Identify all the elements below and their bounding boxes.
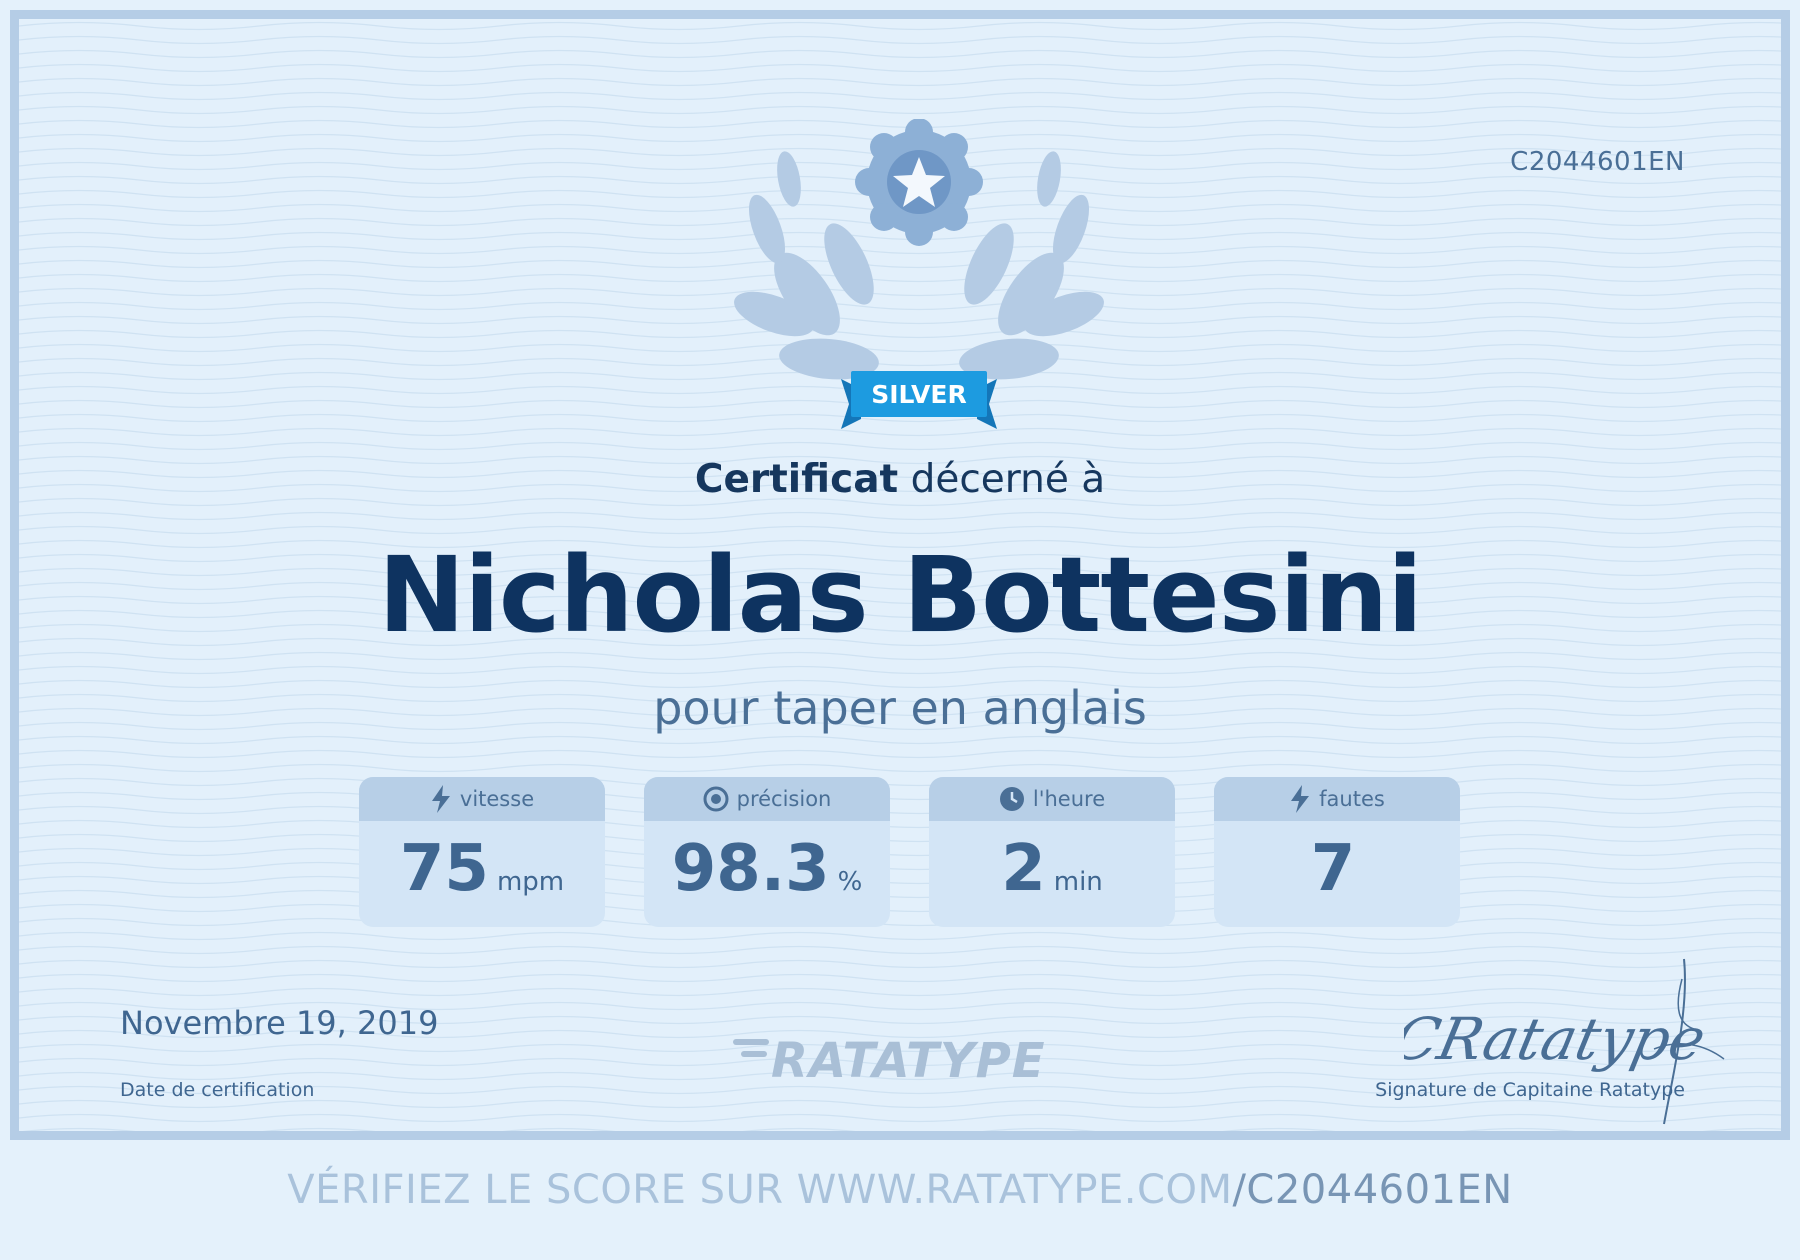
target-icon: [703, 786, 729, 812]
ratatype-logo: RATATYPE: [733, 1033, 1046, 1089]
stat-errors: fautes 7: [1214, 777, 1460, 927]
stat-value: 2 min: [929, 821, 1175, 927]
silver-ribbon: SILVER: [841, 371, 997, 429]
lightning-icon: [431, 785, 450, 813]
stat-label: l'heure: [1032, 787, 1106, 811]
stat-unit: %: [837, 867, 863, 897]
captain-signature: CRatatype: [1404, 958, 1725, 1125]
stat-speed: vitesse 75 mpm: [359, 777, 605, 927]
star-medal-icon: [855, 119, 983, 246]
verify-text: VÉRIFIEZ LE SCORE SUR WWW.RATATYPE.COM: [287, 1167, 1233, 1213]
stat-number: 98.3: [671, 832, 830, 906]
verify-footer: VÉRIFIEZ LE SCORE SUR WWW.RATATYPE.COM/C…: [0, 1167, 1800, 1213]
certification-date-label: Date de certification: [120, 1079, 315, 1101]
certification-date: Novembre 19, 2019: [120, 1004, 439, 1042]
stat-unit: mpm: [496, 867, 565, 897]
stat-value: 75 mpm: [359, 821, 605, 927]
stat-header: précision: [644, 777, 890, 821]
stat-number: 2: [1001, 832, 1046, 906]
signature-label: Signature de Capitaine Ratatype: [1375, 1079, 1685, 1101]
stat-accuracy: précision 98.3 %: [644, 777, 890, 927]
stat-value: 7: [1214, 821, 1460, 927]
stat-label: fautes: [1319, 787, 1385, 811]
stat-number: 7: [1310, 832, 1356, 906]
stat-time: l'heure 2 min: [929, 777, 1175, 927]
stat-label: vitesse: [459, 787, 535, 811]
stat-label: précision: [736, 787, 832, 811]
certificate-code: C2044601EN: [1510, 147, 1685, 177]
signature-script: CRatatype: [1404, 1006, 1711, 1073]
awarded-line: Certificat décerné à: [19, 457, 1781, 502]
lightning-icon: [1291, 785, 1310, 813]
verify-code: /C2044601EN: [1232, 1167, 1513, 1213]
laurel-emblem: SILVER: [734, 119, 1104, 429]
logo-text: RATATYPE: [771, 1033, 1046, 1089]
clock-icon: [999, 787, 1024, 811]
certificate-subtitle: pour taper en anglais: [653, 681, 1147, 735]
badge-label: SILVER: [871, 380, 966, 409]
stat-header: l'heure: [929, 777, 1175, 821]
stat-header: fautes: [1214, 777, 1460, 821]
awarded-rest: décerné à: [910, 457, 1106, 502]
stat-unit: min: [1053, 867, 1103, 897]
stat-number: 75: [399, 832, 489, 906]
stat-value: 98.3 %: [644, 821, 890, 927]
stat-header: vitesse: [359, 777, 605, 821]
awarded-bold: Certificat: [694, 457, 899, 502]
recipient-name: Nicholas Bottesini: [378, 534, 1423, 656]
certificate-card: C2044601EN SILVER Certificat décerné à N…: [10, 10, 1790, 1140]
